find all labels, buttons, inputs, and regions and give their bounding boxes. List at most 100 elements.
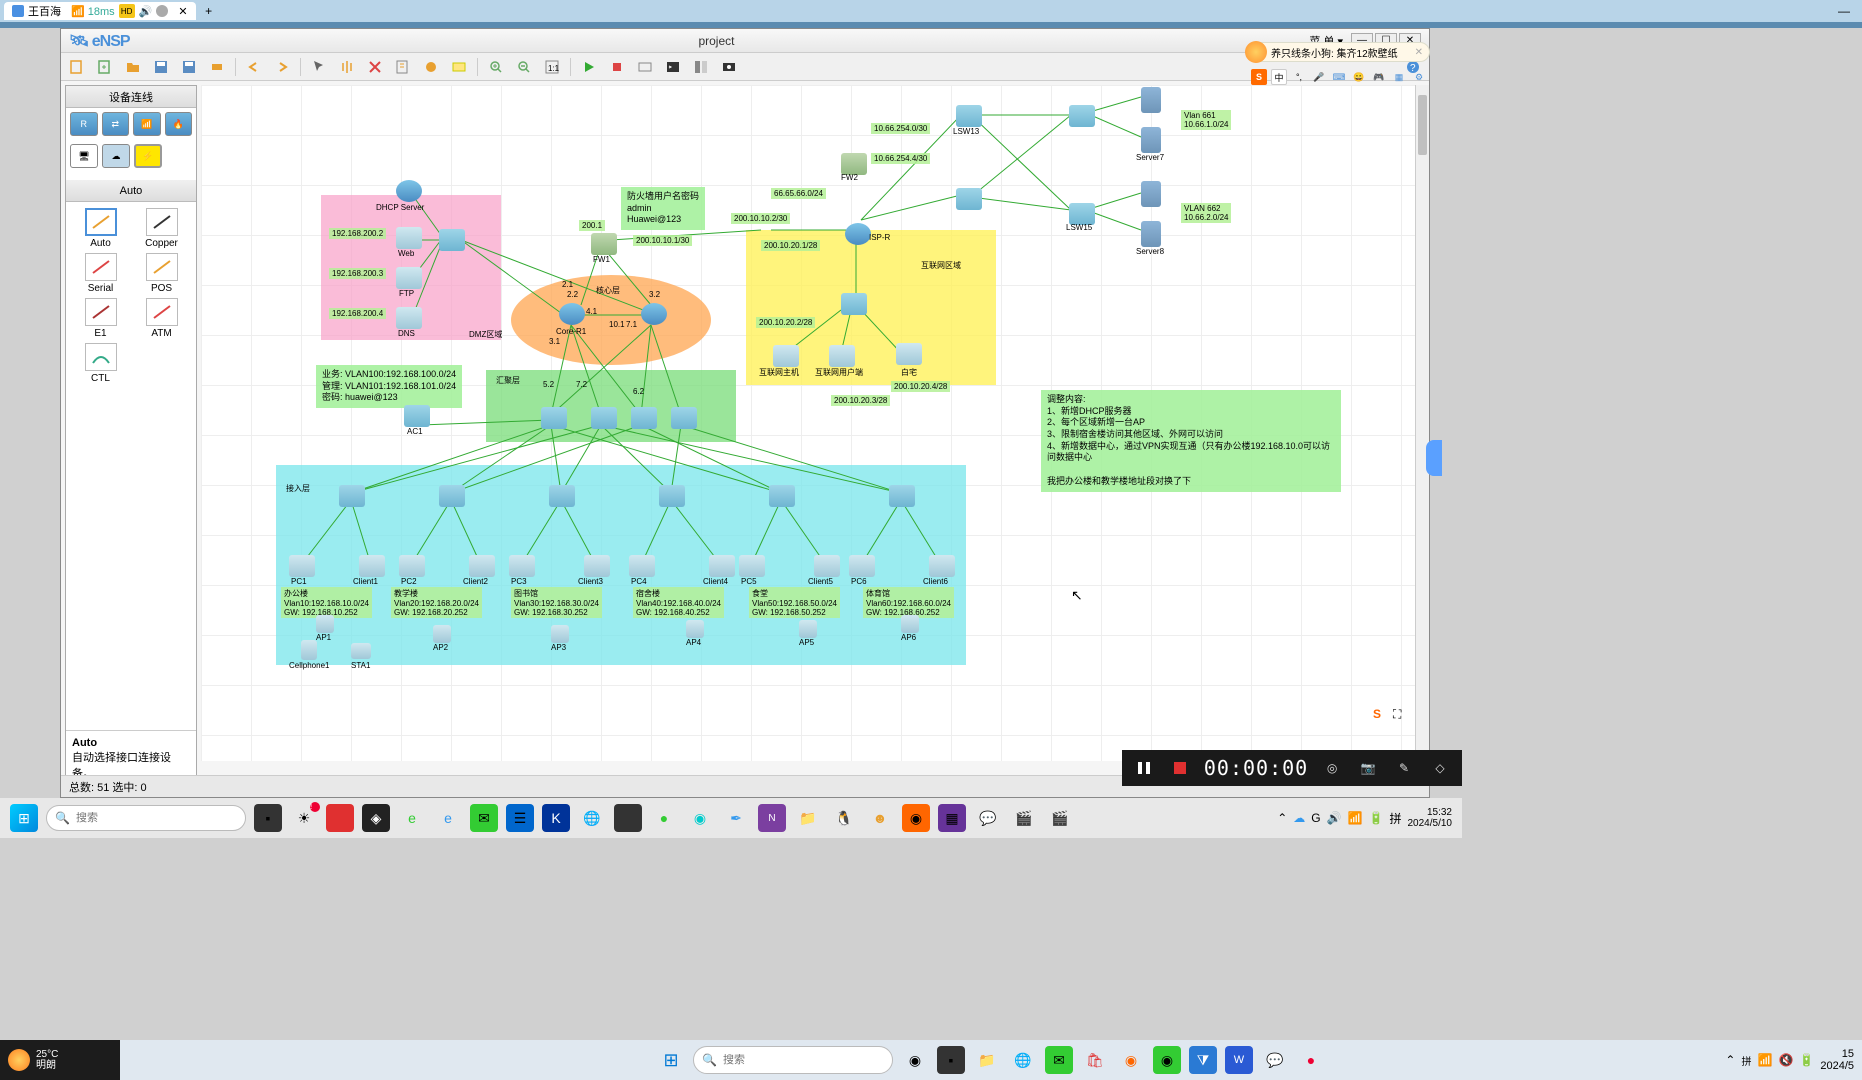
host-clock[interactable]: 15 2024/5 (1820, 1048, 1854, 1072)
task-icon-orange[interactable]: ◉ (902, 804, 930, 832)
ime-keyboard-icon[interactable]: ⌨ (1331, 69, 1347, 85)
server8[interactable] (1141, 221, 1161, 247)
task-icon-wechat[interactable]: 💬 (974, 804, 1002, 832)
lsw13-device[interactable] (956, 105, 982, 127)
web-server-device[interactable] (396, 227, 422, 249)
task-icon-purple[interactable]: ▦ (938, 804, 966, 832)
isp-r-device[interactable] (845, 223, 871, 245)
client6[interactable] (929, 555, 955, 577)
select-tool-button[interactable] (309, 57, 329, 77)
host-task-browser[interactable]: ◉ (1117, 1046, 1145, 1074)
ap3[interactable] (551, 625, 569, 643)
task-icon-green[interactable]: ● (650, 804, 678, 832)
record-pen-icon[interactable]: ✎ (1392, 756, 1416, 780)
host-task-dot[interactable]: ● (1297, 1046, 1325, 1074)
host-tray-lang[interactable]: 拼 (1741, 1053, 1751, 1068)
screenshot-button[interactable] (719, 57, 739, 77)
task-icon-clip2[interactable]: 🎬 (1046, 804, 1074, 832)
ime-toolbar[interactable]: S 中 °, 🎤 ⌨ 😀 🎮 ▦ ⚙ (1251, 68, 1427, 86)
browser-minimize-icon[interactable]: — (1830, 4, 1858, 18)
inner-search[interactable]: 🔍 (46, 805, 246, 831)
redo-button[interactable] (272, 57, 292, 77)
expand-icon[interactable]: ⛶ (1393, 707, 1407, 721)
task-icon-360[interactable]: e (398, 804, 426, 832)
notification-close-icon[interactable]: ✕ (1415, 47, 1423, 58)
task-icon-feather[interactable]: ✒ (722, 804, 750, 832)
tray-cloud-icon[interactable]: ☁ (1293, 811, 1305, 825)
task-icon-clip1[interactable]: 🎬 (1010, 804, 1038, 832)
host-task-explorer[interactable]: 📁 (973, 1046, 1001, 1074)
device-firewall-icon[interactable]: 🔥 (165, 112, 193, 136)
browser-tab-active[interactable]: 王百海 📶 18ms HD 🔊 ✕ (4, 2, 196, 20)
task-icon-qq[interactable]: 🐧 (830, 804, 858, 832)
host-task-edge[interactable]: 🌐 (1009, 1046, 1037, 1074)
device-cloud-icon[interactable]: ☁ (102, 144, 130, 168)
inner-clock[interactable]: 15:32 2024/5/10 (1408, 807, 1453, 829)
task-icon-ie[interactable]: e (434, 804, 462, 832)
access-sw6[interactable] (889, 485, 915, 507)
new-topo-button[interactable] (95, 57, 115, 77)
dmz-switch[interactable] (439, 229, 465, 251)
task-icon-chrome[interactable]: 🌐 (578, 804, 606, 832)
tray-net-icon[interactable]: 🔊 (1327, 811, 1342, 825)
access-sw1[interactable] (339, 485, 365, 507)
ftp-server-device[interactable] (396, 267, 422, 289)
cable-auto[interactable] (85, 208, 117, 236)
pan-tool-button[interactable] (337, 57, 357, 77)
task-icon-cube[interactable]: ◈ (362, 804, 390, 832)
host-tray-chevron[interactable]: ⌃ (1725, 1053, 1735, 1067)
task-icon-folder[interactable]: 📁 (794, 804, 822, 832)
pc4[interactable] (629, 555, 655, 577)
cli-button[interactable] (663, 57, 683, 77)
ap5[interactable] (799, 620, 817, 638)
pc6[interactable] (849, 555, 875, 577)
isp-user-device[interactable] (829, 345, 855, 367)
tab-close-icon[interactable]: ✕ (178, 5, 187, 18)
task-icon-1[interactable]: ▪ (254, 804, 282, 832)
tray-shield-icon[interactable]: G (1311, 811, 1320, 825)
host-task-mail[interactable]: ✉ (1045, 1046, 1073, 1074)
record-pause-button[interactable] (1132, 756, 1156, 780)
cable-atm[interactable] (146, 298, 178, 326)
tray-ime-icon[interactable]: 拼 (1389, 810, 1401, 827)
host-tray-wifi[interactable]: 📶 (1757, 1053, 1772, 1067)
undo-button[interactable] (244, 57, 264, 77)
ap6[interactable] (901, 615, 919, 633)
host-task-widgets[interactable]: ▪ (937, 1046, 965, 1074)
sta1[interactable] (351, 643, 371, 659)
server8-top[interactable] (1141, 181, 1161, 207)
agg-sw4[interactable] (671, 407, 697, 429)
device-wlan-icon[interactable]: 📶 (133, 112, 161, 136)
device-router-icon[interactable]: R (70, 112, 98, 136)
audio-icon[interactable]: 🔊 (139, 5, 153, 18)
agg-sw1[interactable] (541, 407, 567, 429)
text-tool-button[interactable] (449, 57, 469, 77)
client5[interactable] (814, 555, 840, 577)
task-icon-mail[interactable]: ✉ (470, 804, 498, 832)
ime-voice-icon[interactable]: 🎤 (1311, 69, 1327, 85)
topology-canvas[interactable]: DHCP Server Web FTP DNS 192.168.200.2 19… (201, 85, 1425, 761)
task-icon-k[interactable]: K (542, 804, 570, 832)
cable-ctl[interactable] (85, 343, 117, 371)
dns-server-device[interactable] (396, 307, 422, 329)
stop-button[interactable] (607, 57, 627, 77)
host-task-copilot[interactable]: ◉ (901, 1046, 929, 1074)
lsw15-device[interactable] (1069, 203, 1095, 225)
record-camera-icon[interactable]: 📷 (1356, 756, 1380, 780)
ac1-device[interactable] (404, 405, 430, 427)
start-button[interactable] (579, 57, 599, 77)
access-sw4[interactable] (659, 485, 685, 507)
device-pc-icon[interactable]: 🖥 (70, 144, 98, 168)
ime-grid-icon[interactable]: ▦ (1391, 69, 1407, 85)
host-task-store[interactable]: 🛍 (1081, 1046, 1109, 1074)
ap4[interactable] (686, 620, 704, 638)
task-icon-blue[interactable]: ☰ (506, 804, 534, 832)
record-more-icon[interactable]: ◇ (1428, 756, 1452, 780)
record-target-icon[interactable]: ◎ (1320, 756, 1344, 780)
ime-lang-icon[interactable]: 中 (1271, 69, 1287, 85)
start-button-inner[interactable]: ⊞ (10, 804, 38, 832)
host-search[interactable]: 🔍 (693, 1046, 893, 1074)
zoom-in-button[interactable] (486, 57, 506, 77)
delete-button[interactable] (365, 57, 385, 77)
host-task-word[interactable]: W (1225, 1046, 1253, 1074)
